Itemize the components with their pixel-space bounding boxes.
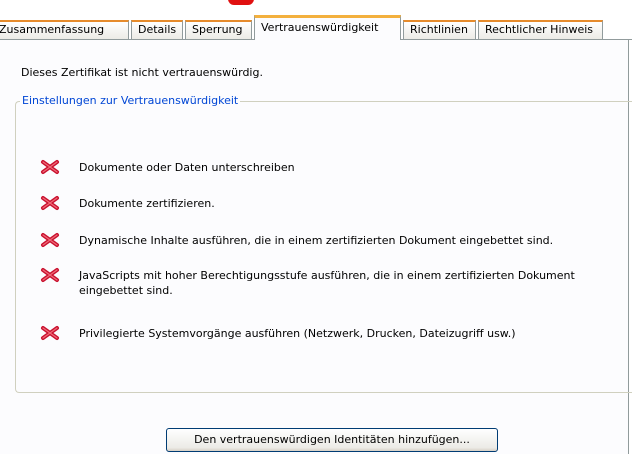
tab-richtlinien[interactable]: Richtlinien [403, 20, 476, 39]
trust-item-label: Dokumente zertifizieren. [79, 197, 215, 210]
trust-item-label: Privilegierte Systemvorgänge ausführen (… [79, 327, 516, 340]
tab-details[interactable]: Details [131, 20, 183, 39]
denied-x-icon [41, 160, 59, 174]
trust-item-label: Dynamische Inhalte ausführen, die in ein… [79, 234, 554, 247]
tab-panel-vertrauenswuerdigkeit: Dieses Zertifikat ist nicht vertrauenswü… [0, 40, 632, 454]
denied-x-icon [41, 268, 59, 282]
tab-sperrung[interactable]: Sperrung [185, 20, 252, 39]
cropped-red-heading-fragment [228, 0, 254, 5]
denied-x-icon [41, 326, 59, 340]
trust-item-privileged-ops: Privilegierte Systemvorgänge ausführen (… [40, 326, 609, 341]
tab-vertrauenswuerdigkeit[interactable]: Vertrauenswürdigkeit [254, 15, 401, 40]
trust-item-label: Dokumente oder Daten unterschreiben [79, 161, 295, 174]
tab-bar: Zusammenfassung Details Sperrung Vertrau… [0, 14, 632, 41]
denied-x-icon [41, 196, 59, 210]
tab-zusammenfassung[interactable]: Zusammenfassung [0, 20, 129, 39]
trust-item-javascript: JavaScripts mit hoher Berechtigungsstufe… [40, 268, 609, 298]
trust-item-dynamic-content: Dynamische Inhalte ausführen, die in ein… [40, 233, 609, 248]
trust-status-text: Dieses Zertifikat ist nicht vertrauenswü… [21, 66, 263, 79]
trust-settings-group: Einstellungen zur Vertrauenswürdigkeit D… [15, 94, 632, 393]
trust-settings-group-title: Einstellungen zur Vertrauenswürdigkeit [20, 94, 241, 107]
denied-x-icon [41, 233, 59, 247]
trust-item-certify: Dokumente zertifizieren. [40, 196, 609, 211]
tab-rechtlicher-hinweis[interactable]: Rechtlicher Hinweis [478, 20, 603, 39]
trust-item-label: JavaScripts mit hoher Berechtigungsstufe… [79, 269, 575, 297]
trust-item-sign: Dokumente oder Daten unterschreiben [40, 160, 609, 175]
add-to-trusted-identities-button[interactable]: Den vertrauenswürdigen Identitäten hinzu… [166, 428, 498, 452]
